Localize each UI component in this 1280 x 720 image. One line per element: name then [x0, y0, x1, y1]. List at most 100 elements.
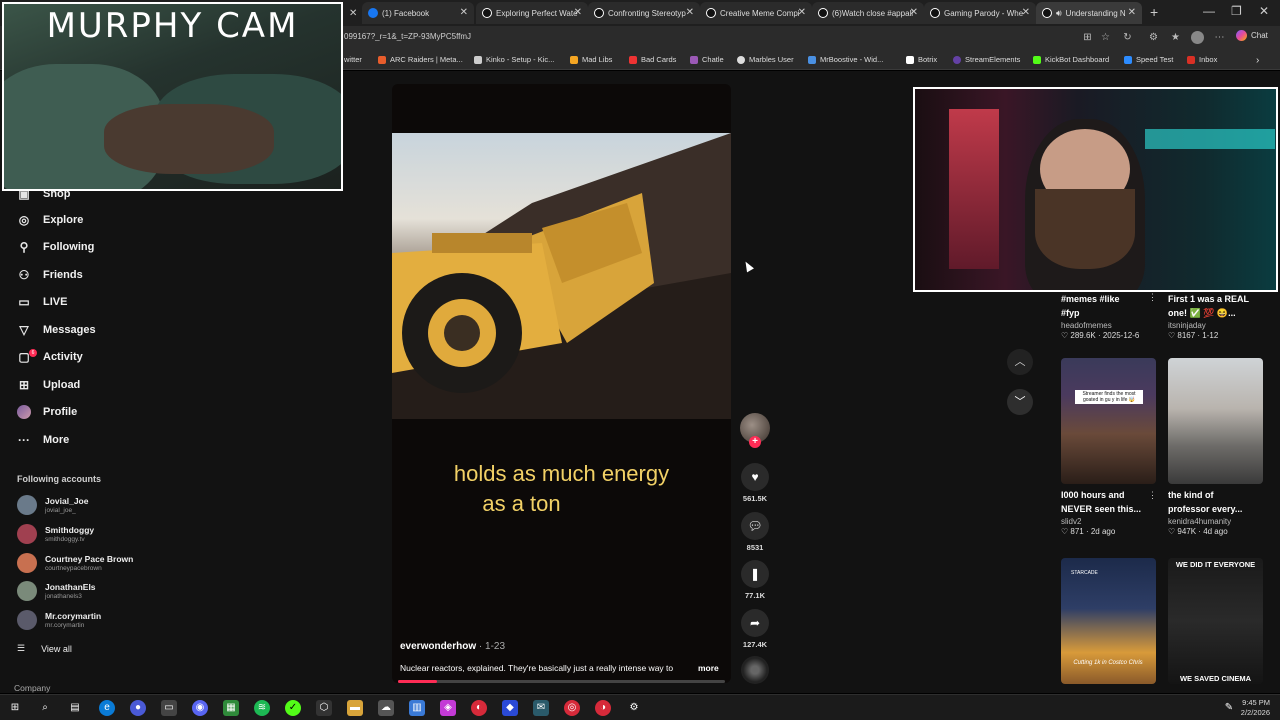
close-icon[interactable]: ✕ [574, 7, 582, 18]
chevron-right-icon[interactable]: › [1256, 55, 1259, 66]
kebab-menu-icon[interactable]: ⋮ [1148, 292, 1157, 303]
following-account[interactable]: Smithdoggy smithdoggy.tv [17, 524, 94, 544]
close-icon[interactable]: ✕ [1022, 7, 1030, 18]
nav-item-messages[interactable]: ▽ Messages [17, 323, 95, 337]
comment-button[interactable]: 💬︎ 8531 [740, 512, 770, 552]
bookmark-mrboostive[interactable]: MrBoostive - Wid... [808, 55, 883, 64]
nav-item-profile[interactable]: Profile [17, 405, 77, 419]
nav-item-more[interactable]: ··· More [17, 433, 69, 447]
app-icon[interactable]: ◐ [471, 700, 487, 716]
following-account[interactable]: Courtney Pace Brown courtneypacebrown [17, 553, 133, 573]
bookmark-kinko[interactable]: Kinko - Setup - Kic... [474, 55, 554, 64]
app-icon[interactable]: ◎ [564, 700, 580, 716]
grid-video-card[interactable]: Streamer finds the most goated in gu y i… [1061, 358, 1161, 536]
video-progress-bar[interactable] [398, 680, 725, 683]
app-icon[interactable]: ▥ [409, 700, 425, 716]
save-button[interactable]: ❚ 77.1K [740, 560, 770, 600]
copilot-chat-button[interactable]: Chat [1236, 30, 1268, 41]
close-icon[interactable]: ✕ [1128, 7, 1136, 18]
tab-watch-close[interactable]: (6)Watch close #appali ✕ [812, 2, 924, 24]
bookmark-streamelements[interactable]: StreamElements [953, 55, 1020, 64]
app-icon[interactable]: ☁ [378, 700, 394, 716]
minimize-icon[interactable]: — [1203, 4, 1215, 18]
refresh-extension-icon[interactable]: ↻ [1121, 31, 1134, 44]
bookmark-botrix[interactable]: Botrix [906, 55, 937, 64]
bookmark-arc-raiders[interactable]: ARC Raiders | Meta... [378, 55, 463, 64]
bookmark-speed-test[interactable]: Speed Test [1124, 55, 1173, 64]
close-icon[interactable]: ✕ [798, 7, 806, 18]
grid-video-card[interactable]: STARCADE Cutting 1k in Costco Chris [1061, 558, 1161, 684]
system-clock[interactable]: 9:45 PM 2/2/2026 [1241, 698, 1270, 718]
bookmark-twitter[interactable]: witter [344, 55, 362, 64]
video-player[interactable]: holds as much energy as a ton everwonder… [392, 84, 731, 683]
more-link[interactable]: more [698, 663, 719, 673]
maximize-icon[interactable]: ❐ [1231, 4, 1242, 18]
tab-gaming-parody[interactable]: Gaming Parody - Whe ✕ [924, 2, 1036, 24]
close-icon[interactable]: ✕ [460, 7, 468, 18]
menu-dots-icon[interactable]: ⋯ [1213, 31, 1226, 44]
tab-creative-meme[interactable]: Creative Meme Compi ✕ [700, 2, 812, 24]
nav-item-activity[interactable]: ▢ Activity [17, 350, 82, 364]
task-view-icon[interactable]: ▤ [67, 700, 83, 716]
spotify-icon[interactable]: ≋ [254, 700, 270, 716]
company-link[interactable]: Company [14, 683, 50, 693]
grid-video-card[interactable]: the kind of professor every... kenidra4h… [1168, 358, 1268, 536]
window-close-icon[interactable]: ✕ [1259, 4, 1269, 18]
folder-icon[interactable]: ▬ [347, 700, 363, 716]
app-icon[interactable]: ◈ [440, 700, 456, 716]
bookmark-chatle[interactable]: Chatle [690, 55, 724, 64]
follow-plus-icon[interactable]: + [749, 436, 761, 448]
nav-item-following[interactable]: ⚲ Following [17, 240, 95, 254]
close-tab-icon[interactable]: ✕ [346, 2, 362, 24]
windows-start-icon[interactable]: ⊞ [7, 700, 23, 716]
bookmark-kickbot[interactable]: KickBot Dashboard [1033, 55, 1109, 64]
extensions-icon[interactable]: ⚙ [1147, 31, 1160, 44]
install-app-icon[interactable]: ⊞ [1081, 31, 1094, 44]
like-button[interactable]: ♥ 561.5K [740, 463, 770, 503]
profile-avatar-icon[interactable] [1191, 31, 1204, 44]
tab-confronting[interactable]: Confronting Stereotyp ✕ [588, 2, 700, 24]
bookmark-inbox[interactable]: Inbox [1187, 55, 1217, 64]
tab-facebook[interactable]: (1) Facebook ✕ [362, 2, 474, 24]
bookmark-bad-cards[interactable]: Bad Cards [629, 55, 676, 64]
kebab-menu-icon[interactable]: ⋮ [1148, 490, 1157, 501]
close-icon[interactable]: ✕ [686, 7, 694, 18]
scroll-up-button[interactable]: ︿ [1007, 349, 1033, 375]
url-field[interactable]: 099167?_r=1&_t=ZP-93MyPC5ffmJ [344, 32, 471, 41]
app-icon[interactable]: ▭ [161, 700, 177, 716]
view-all-link[interactable]: ☰ View all [17, 643, 72, 654]
grid-video-card[interactable]: First 1 was a REAL one! ✅ 💯 😆... itsninj… [1168, 292, 1268, 340]
app-icon[interactable]: ✉ [533, 700, 549, 716]
tab-exploring[interactable]: Exploring Perfect Wate ✕ [476, 2, 588, 24]
bookmark-marbles[interactable]: Marbles User [737, 55, 794, 64]
music-disc-icon[interactable] [741, 656, 769, 684]
settings-gear-icon[interactable]: ⚙ [626, 700, 642, 716]
nav-item-upload[interactable]: ⊞ Upload [17, 378, 80, 392]
following-account[interactable]: JonathanEls jonathanels3 [17, 581, 96, 601]
new-tab-button[interactable]: + [1150, 4, 1158, 20]
tab-understanding[interactable]: 🔊︎ Understanding N ✕ [1036, 2, 1142, 24]
search-icon[interactable]: ⌕ [37, 700, 53, 716]
close-icon[interactable]: ✕ [910, 7, 918, 18]
video-author[interactable]: everwonderhow · 1-23 [400, 641, 505, 652]
grid-video-card[interactable]: #memes #like #fyp headofmemes ♡ 289.6K ·… [1061, 292, 1161, 340]
nav-item-friends[interactable]: ⚇ Friends [17, 268, 83, 282]
following-account[interactable]: Jovial_Joe jovial_joe_ [17, 495, 88, 515]
edge-icon[interactable]: e [99, 700, 115, 716]
nav-item-live[interactable]: ▭ LIVE [17, 295, 67, 309]
bookmark-mad-libs[interactable]: Mad Libs [570, 55, 612, 64]
share-button[interactable]: ➦ 127.4K [740, 609, 770, 649]
obs-icon[interactable]: ⬡ [316, 700, 332, 716]
bookmark-star-icon[interactable]: ☆ [1099, 31, 1112, 44]
app-icon[interactable]: ◆ [502, 700, 518, 716]
app-icon[interactable]: ● [130, 700, 146, 716]
scroll-down-button[interactable]: ﹀ [1007, 389, 1033, 415]
following-account[interactable]: Mr.corymartin mr.corymartin [17, 610, 101, 630]
discord-icon[interactable]: ◉ [192, 700, 208, 716]
grid-video-card[interactable]: WE DID IT EVERYONE WE SAVED CINEMA [1168, 558, 1268, 684]
pen-icon[interactable]: ✎ [1221, 700, 1237, 716]
app-icon[interactable]: ▦ [223, 700, 239, 716]
nav-item-explore[interactable]: ◎ Explore [17, 213, 84, 227]
app-icon[interactable]: ◑ [595, 700, 611, 716]
favorites-icon[interactable]: ★ [1169, 31, 1182, 44]
